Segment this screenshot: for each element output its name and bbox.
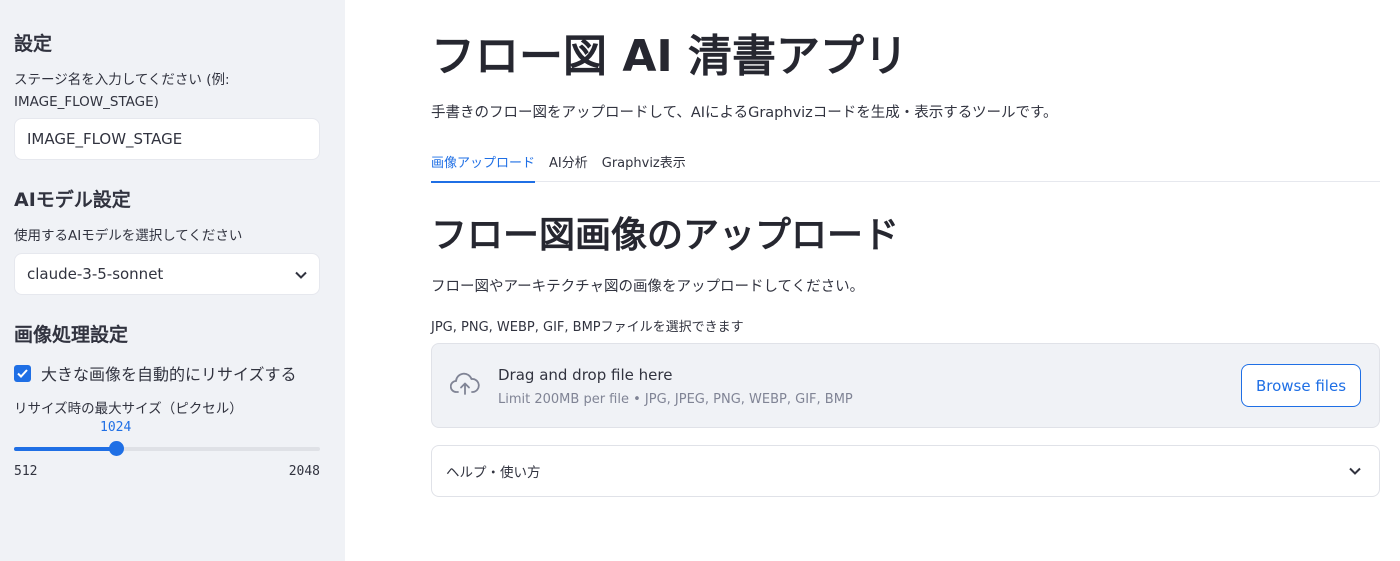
model-select-value: claude-3-5-sonnet <box>27 265 164 283</box>
slider-max: 2048 <box>288 464 320 479</box>
resize-checkbox-row[interactable]: 大きな画像を自動的にリサイズする <box>14 361 320 385</box>
cloud-upload-icon <box>449 372 480 400</box>
slider-min: 512 <box>14 464 38 479</box>
tab-ai-analysis[interactable]: AI分析 <box>549 142 588 182</box>
max-size-slider[interactable]: 1024 512 2048 <box>14 420 320 480</box>
dropzone-title: Drag and drop file here <box>498 365 673 384</box>
help-expander[interactable]: ヘルプ・使い方 <box>431 445 1380 497</box>
ai-model-heading: AIモデル設定 <box>14 189 131 211</box>
dropzone-subtitle: Limit 200MB per file • JPG, JPEG, PNG, W… <box>498 391 853 407</box>
tab-bar: 画像アップロード AI分析 Graphviz表示 <box>431 142 1380 183</box>
section-description: フロー図やアーキテクチャ図の画像をアップロードしてください。 <box>431 279 865 295</box>
browse-files-button[interactable]: Browse files <box>1241 364 1361 407</box>
stage-name-input[interactable]: IMAGE_FLOW_STAGE <box>14 118 320 160</box>
chevron-down-icon <box>1349 463 1361 479</box>
model-select-label: 使用するAIモデルを選択してください <box>14 228 243 244</box>
tab-image-upload[interactable]: 画像アップロード <box>431 142 536 183</box>
slider-value: 1024 <box>100 420 132 435</box>
slider-fill <box>14 447 116 451</box>
file-dropzone[interactable]: Drag and drop file here Limit 200MB per … <box>431 343 1380 428</box>
page-title: フロー図 AI 清書アプリ <box>431 31 909 82</box>
max-size-label: リサイズ時の最大サイズ（ピクセル） <box>14 401 243 417</box>
image-processing-heading: 画像処理設定 <box>14 324 129 346</box>
stage-name-label: ステージ名を入力してください (例: IMAGE_FLOW_STAGE) <box>14 72 230 110</box>
help-expander-label: ヘルプ・使い方 <box>446 465 541 481</box>
slider-thumb[interactable] <box>108 441 124 456</box>
resize-checkbox-label: 大きな画像を自動的にリサイズする <box>41 365 297 384</box>
tab-graphviz[interactable]: Graphviz表示 <box>602 142 686 182</box>
chevron-down-icon <box>295 265 307 283</box>
page-subtitle: 手書きのフロー図をアップロードして、AIによるGraphvizコードを生成・表示… <box>431 105 1058 121</box>
main-content: フロー図 AI 清書アプリ 手書きのフロー図をアップロードして、AIによるGra… <box>345 0 1400 561</box>
settings-heading: 設定 <box>14 33 53 55</box>
model-select[interactable]: claude-3-5-sonnet <box>14 253 320 295</box>
section-title: フロー図画像のアップロード <box>431 215 900 256</box>
resize-checkbox[interactable] <box>14 364 31 382</box>
sidebar: 設定 ステージ名を入力してください (例: IMAGE_FLOW_STAGE) … <box>0 0 345 561</box>
check-icon <box>17 368 28 378</box>
uploader-label: JPG, PNG, WEBP, GIF, BMPファイルを選択できます <box>431 320 744 335</box>
slider-track[interactable] <box>14 447 320 451</box>
